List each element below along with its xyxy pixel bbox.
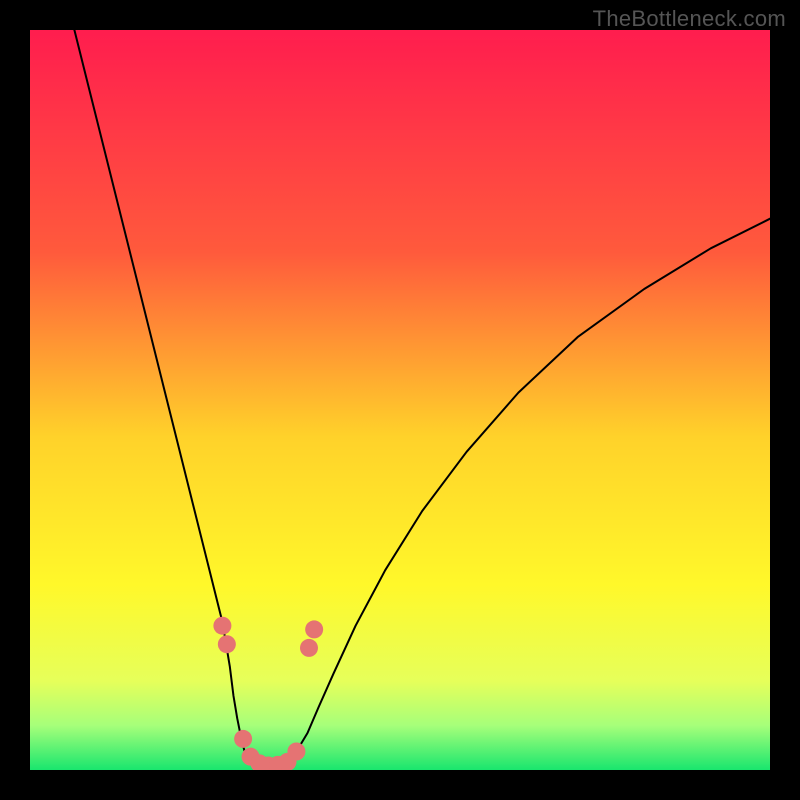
gradient-background <box>30 30 770 770</box>
chart-frame: TheBottleneck.com <box>0 0 800 800</box>
marker-point <box>300 639 318 657</box>
attribution-text: TheBottleneck.com <box>593 6 786 32</box>
chart-svg <box>30 30 770 770</box>
marker-point <box>213 617 231 635</box>
marker-point <box>287 743 305 761</box>
marker-point <box>234 730 252 748</box>
plot-area <box>30 30 770 770</box>
marker-point <box>218 635 236 653</box>
marker-point <box>305 620 323 638</box>
